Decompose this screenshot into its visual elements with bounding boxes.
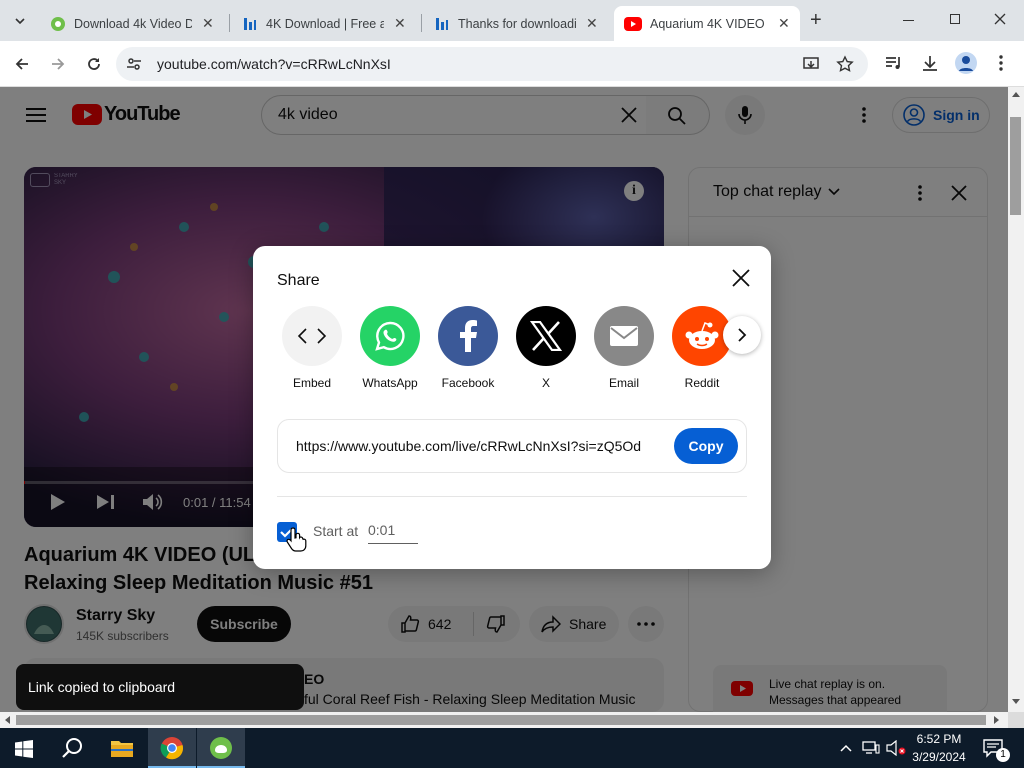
restore-icon[interactable] — [950, 14, 960, 24]
close-window-icon[interactable] — [994, 13, 1006, 25]
close-tab-icon[interactable]: ✕ — [778, 15, 790, 32]
scroll-up-icon — [1012, 92, 1020, 97]
start-at-value: 0:01 — [368, 522, 396, 538]
share-targets-row: Embed WhatsApp Facebook X Email Reddit — [273, 306, 741, 390]
close-tab-icon[interactable]: ✕ — [202, 15, 214, 32]
scroll-down-icon — [1012, 699, 1020, 704]
4kvideo-favicon-icon — [51, 16, 65, 31]
tab-title: Thanks for downloadin — [458, 16, 576, 31]
install-app-icon[interactable] — [802, 55, 820, 73]
close-tab-icon[interactable]: ✕ — [394, 15, 406, 32]
scroll-left-icon — [5, 716, 10, 724]
embed-icon — [282, 306, 342, 366]
windows-taskbar: 6:52 PM 3/29/2024 1 — [0, 728, 1024, 768]
share-target-embed[interactable]: Embed — [273, 306, 351, 390]
toast-message: Link copied to clipboard — [28, 679, 176, 695]
share-target-label: Embed — [292, 376, 332, 390]
tab-strip: Download 4k Video Do ✕ 4K Download | Fre… — [0, 0, 1024, 41]
vertical-scrollbar[interactable] — [1008, 87, 1024, 712]
tab-1[interactable]: Download 4k Video Do ✕ — [40, 6, 228, 41]
forward-arrow-icon[interactable] — [50, 56, 66, 72]
tab-search-button[interactable] — [8, 9, 32, 33]
share-target-email[interactable]: Email — [585, 306, 663, 390]
scroll-corner — [1008, 712, 1024, 728]
whatsapp-icon — [360, 306, 420, 366]
tab-title: Download 4k Video Do — [74, 16, 192, 31]
tab-divider — [421, 14, 422, 32]
share-target-label: Reddit — [684, 376, 720, 390]
tab-4-active[interactable]: Aquarium 4K VIDEO (U ✕ — [614, 6, 800, 41]
bookmark-star-icon[interactable] — [836, 55, 854, 73]
share-target-x[interactable]: X — [507, 306, 585, 390]
dialog-divider — [277, 496, 747, 497]
chevron-right-icon — [738, 328, 747, 342]
download-icon[interactable] — [920, 54, 940, 72]
back-arrow-icon[interactable] — [14, 56, 30, 72]
site-settings-icon[interactable] — [126, 56, 142, 72]
tab-title: 4K Download | Free an — [266, 16, 384, 31]
reload-icon[interactable] — [86, 56, 102, 72]
tab-2[interactable]: 4K Download | Free an ✕ — [232, 6, 420, 41]
start-at-label: Start at — [313, 523, 359, 539]
file-explorer-icon[interactable] — [110, 738, 134, 758]
close-tab-icon[interactable]: ✕ — [586, 15, 598, 32]
4kdownload-favicon-icon — [244, 17, 256, 30]
horizontal-scrollbar[interactable] — [0, 712, 1008, 728]
email-icon — [594, 306, 654, 366]
profile-avatar[interactable] — [955, 52, 977, 74]
snackbar-toast: Link copied to clipboard — [16, 664, 304, 710]
horizontal-scroll-thumb[interactable] — [16, 715, 986, 725]
media-control-icon[interactable] — [884, 54, 904, 72]
share-target-label: X — [541, 376, 550, 390]
url-text: youtube.com/watch?v=cRRwLcNnXsI — [157, 56, 391, 72]
tab-title: Aquarium 4K VIDEO (U — [650, 16, 768, 31]
share-target-label: Email — [608, 376, 639, 390]
4kdownload-favicon-icon — [436, 17, 448, 30]
network-icon[interactable] — [862, 741, 880, 755]
chevron-up-icon[interactable] — [840, 744, 852, 752]
volume-muted-icon[interactable] — [886, 740, 906, 756]
chrome-taskbar-button[interactable] — [148, 728, 196, 768]
share-next-button[interactable] — [723, 316, 761, 354]
hand-cursor-icon — [286, 527, 307, 552]
start-at-input[interactable]: 0:01 — [368, 522, 418, 544]
share-dialog: Share Embed WhatsApp Facebook X Email Re… — [253, 246, 771, 569]
share-target-whatsapp[interactable]: WhatsApp — [351, 306, 429, 390]
vertical-scroll-thumb[interactable] — [1010, 117, 1021, 215]
person-icon — [959, 56, 973, 71]
chrome-icon — [160, 737, 184, 760]
chevron-down-icon — [15, 18, 25, 25]
tab-divider — [229, 14, 230, 32]
windows-start-icon[interactable] — [15, 740, 33, 758]
x-logo-icon — [516, 306, 576, 366]
share-target-label: Facebook — [441, 376, 495, 390]
youtube-favicon-icon — [624, 16, 642, 31]
copy-link-button[interactable]: Copy — [674, 428, 738, 464]
scroll-right-icon — [994, 716, 999, 724]
clock-date[interactable]: 3/29/2024 — [910, 750, 968, 764]
share-target-label: WhatsApp — [362, 376, 418, 390]
share-target-facebook[interactable]: Facebook — [429, 306, 507, 390]
share-link-url[interactable]: https://www.youtube.com/live/cRRwLcNnXsI… — [296, 438, 646, 454]
address-bar[interactable]: youtube.com/watch?v=cRRwLcNnXsI — [116, 47, 868, 81]
close-dialog-icon[interactable] — [731, 268, 751, 288]
4kvideo-taskbar-button[interactable] — [197, 728, 245, 768]
new-tab-button[interactable]: + — [810, 9, 822, 32]
notification-badge: 1 — [996, 748, 1010, 762]
clock-time[interactable]: 6:52 PM — [914, 732, 964, 746]
minimize-icon[interactable] — [903, 20, 914, 21]
facebook-icon — [438, 306, 498, 366]
4kvideo-app-icon — [210, 737, 232, 759]
tab-3[interactable]: Thanks for downloadin ✕ — [424, 6, 612, 41]
search-icon[interactable] — [61, 737, 83, 759]
share-dialog-title: Share — [277, 272, 320, 289]
chrome-menu-icon[interactable] — [998, 54, 1004, 72]
share-link-box: https://www.youtube.com/live/cRRwLcNnXsI… — [277, 419, 747, 473]
